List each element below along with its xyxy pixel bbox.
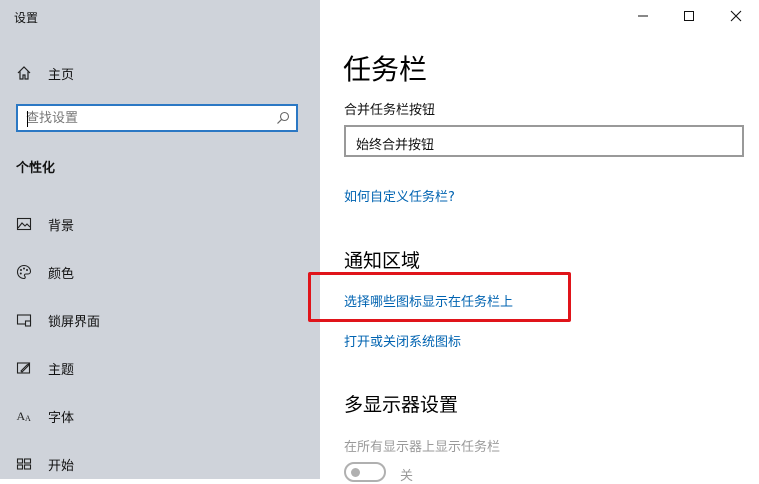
font-icon: AA	[16, 408, 32, 424]
sidebar-item-themes[interactable]: 主题	[16, 356, 74, 380]
show-on-all-displays-toggle[interactable]	[344, 462, 386, 482]
multiple-displays-heading: 多显示器设置	[344, 394, 459, 416]
text-caret	[27, 111, 28, 127]
close-icon	[730, 10, 742, 22]
search-box[interactable]	[16, 104, 298, 132]
sidebar-item-label: 主题	[48, 362, 75, 378]
sidebar-item-label: 背景	[48, 218, 75, 234]
sidebar-item-start[interactable]: 开始	[16, 452, 74, 476]
combine-buttons-dropdown[interactable]: 始终合并按钮	[344, 125, 744, 157]
select-taskbar-icons-link[interactable]: 选择哪些图标显示在任务栏上	[344, 291, 513, 310]
dropdown-selected-value: 始终合并按钮	[356, 138, 435, 153]
show-on-all-displays-label: 在所有显示器上显示任务栏	[344, 440, 501, 455]
customize-taskbar-link[interactable]: 如何自定义任务栏?	[344, 186, 455, 205]
toggle-state-label: 关	[400, 469, 414, 484]
svg-text:A: A	[25, 414, 31, 423]
sidebar-item-label: 颜色	[48, 266, 75, 282]
sidebar: 设置 主页 个性化 背景 颜色 锁屏界面	[0, 0, 320, 479]
toggle-knob	[351, 468, 360, 477]
combine-buttons-label: 合并任务栏按钮	[344, 103, 436, 118]
lock-screen-icon	[16, 312, 32, 328]
picture-icon	[16, 216, 32, 232]
sidebar-item-label: 锁屏界面	[48, 314, 101, 330]
home-icon	[16, 65, 32, 81]
sidebar-item-lock-screen[interactable]: 锁屏界面	[16, 308, 100, 332]
search-input[interactable]	[26, 109, 266, 127]
sidebar-item-background[interactable]: 背景	[16, 212, 74, 236]
maximize-button[interactable]	[675, 4, 703, 28]
section-label-personalization: 个性化	[16, 161, 56, 176]
palette-icon	[16, 264, 32, 280]
theme-brush-icon	[16, 360, 32, 376]
start-grid-icon	[16, 456, 32, 472]
notification-area-heading: 通知区域	[344, 250, 421, 272]
sidebar-item-home[interactable]: 主页	[16, 61, 74, 85]
minimize-button[interactable]	[629, 4, 657, 28]
page-title: 任务栏	[343, 53, 428, 86]
maximize-icon	[684, 11, 694, 21]
search-icon[interactable]	[276, 111, 290, 125]
minimize-icon	[638, 15, 648, 17]
sidebar-item-label: 开始	[48, 458, 75, 474]
system-icons-link[interactable]: 打开或关闭系统图标	[344, 331, 461, 350]
sidebar-item-label: 主页	[48, 67, 75, 83]
sidebar-item-colors[interactable]: 颜色	[16, 260, 74, 284]
sidebar-item-fonts[interactable]: AA 字体	[16, 404, 75, 428]
close-button[interactable]	[722, 4, 750, 28]
app-title: 设置	[14, 11, 39, 25]
sidebar-item-label: 字体	[48, 410, 75, 426]
